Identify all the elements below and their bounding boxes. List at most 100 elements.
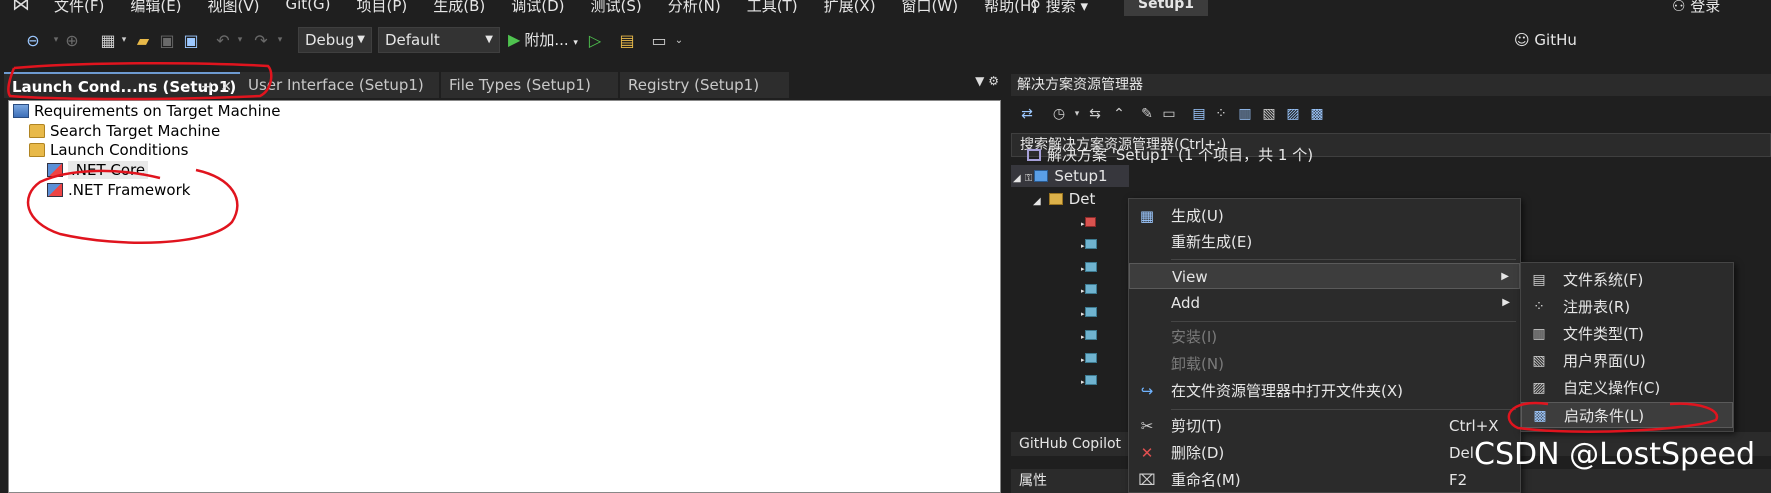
toolbar-overflow-icon[interactable]: ⌄ [672, 28, 686, 52]
menu-item-add[interactable]: Add ▶ [1129, 290, 1520, 316]
tab-user-interface[interactable]: User Interface (Setup1) [240, 72, 440, 98]
submenu-item-launch-conditions[interactable]: ▩ 启动条件(L) [1521, 402, 1733, 428]
login-button[interactable]: ⚇ 登录 [1672, 0, 1720, 16]
tree-node-net-framework[interactable]: .NET Framework [47, 180, 190, 200]
menu-view[interactable]: 视图(V) [208, 0, 260, 16]
properties-wrench-icon[interactable]: ✎ [1137, 104, 1157, 124]
expand-arrow-icon[interactable]: ◢ [1013, 173, 1021, 184]
close-icon[interactable]: ✕ [220, 74, 232, 98]
menu-separator [1171, 321, 1516, 322]
dependency-node[interactable]: ▸ [1081, 368, 1103, 390]
view-submenu: ▤ 文件系统(F) ⁘ 注册表(R) ▥ 文件类型(T) ▧ 用户界面(U) ▨ 自定义操… [1520, 262, 1734, 432]
tab-launch-conditions[interactable]: Launch Cond...ns (Setup1) ⊣ ✕ [4, 72, 240, 98]
forward-icon[interactable]: ⊕ [62, 28, 82, 52]
start-without-debug-icon[interactable]: ▷ [584, 28, 606, 52]
custom-actions-editor-icon[interactable]: ▨ [1283, 104, 1303, 124]
menu-git[interactable]: Git(G) [286, 0, 331, 16]
submenu-item-file-system[interactable]: ▤ 文件系统(F) [1521, 267, 1733, 293]
tab-list-dropdown-icon[interactable]: ▼ [975, 74, 984, 88]
menu-item-rebuild[interactable]: 重新生成(E) [1129, 229, 1520, 255]
menu-test[interactable]: 测试(S) [591, 0, 642, 16]
collapse-all-icon[interactable]: ⌃ [1109, 104, 1129, 124]
visual-studio-logo-icon[interactable]: ⋈ [12, 0, 38, 15]
menu-edit[interactable]: 编辑(E) [130, 0, 181, 16]
menu-analyze[interactable]: 分析(N) [668, 0, 721, 16]
dependency-node[interactable]: ▸ [1081, 346, 1103, 368]
open-folder-icon[interactable]: ▰ [132, 28, 154, 52]
solution-node[interactable]: 解决方案 'Setup1' (1 个项目，共 1 个) [1027, 144, 1313, 166]
new-project-icon[interactable]: ▦ [96, 28, 120, 52]
dependency-node[interactable]: ▸ [1081, 232, 1103, 254]
launch-conditions-editor-icon[interactable]: ▩ [1307, 104, 1327, 124]
settings-gear-icon[interactable]: ⚙ [988, 74, 999, 88]
undo-icon[interactable]: ↶ [212, 28, 234, 52]
attach-button[interactable]: ▶ 附加... ▾ [508, 28, 578, 52]
submenu-item-registry[interactable]: ⁘ 注册表(R) [1521, 294, 1733, 320]
menu-extensions[interactable]: 扩展(X) [824, 0, 876, 16]
menu-item-cut[interactable]: ✂ 剪切(T) Ctrl+X [1129, 413, 1520, 439]
expand-arrow-icon[interactable]: ◢ [1033, 196, 1041, 207]
launch-conditions-icon: ▩ [1533, 408, 1547, 424]
menu-item-delete[interactable]: ✕ 删除(D) Del [1129, 440, 1520, 466]
tree-node-net-core[interactable]: .NET Core [47, 160, 149, 180]
tab-file-types[interactable]: File Types (Setup1) [441, 72, 619, 98]
dependency-node[interactable]: ▸ [1081, 210, 1102, 232]
folder-node-detected[interactable]: ◢ Det [1033, 188, 1095, 210]
tab-registry[interactable]: Registry (Setup1) [620, 72, 790, 98]
window-layout-icon[interactable]: ▭ [648, 28, 670, 52]
registry-editor-icon[interactable]: ⁘ [1211, 104, 1231, 124]
launch-conditions-editor: Requirements on Target Machine Search Ta… [8, 100, 1001, 493]
submenu-item-user-interface[interactable]: ▧ 用户界面(U) [1521, 348, 1733, 374]
new-dropdown-icon[interactable]: ▾ [118, 28, 130, 52]
sync-icon[interactable]: ⇆ [1085, 104, 1105, 124]
menu-search[interactable]: ⚲ 搜索 ▾ [1030, 0, 1088, 16]
configuration-select[interactable]: Debug ▼ [298, 27, 372, 53]
project-node-setup1[interactable]: ◢ ⚿ Setup1 [1011, 165, 1129, 187]
preview-icon[interactable]: ▭ [1159, 104, 1179, 124]
menu-item-build[interactable]: ▦ 生成(U) [1129, 203, 1520, 229]
menu-tools[interactable]: 工具(T) [747, 0, 798, 16]
tree-node-launch-conditions[interactable]: Launch Conditions [29, 140, 188, 160]
menu-item-install[interactable]: 安装(I) [1129, 324, 1520, 350]
undo-dropdown-icon[interactable]: ▾ [234, 28, 246, 52]
file-types-editor-icon[interactable]: ▥ [1235, 104, 1255, 124]
menu-file[interactable]: 文件(F) [54, 0, 104, 16]
solution-folder-icon[interactable]: ▤ [616, 28, 638, 52]
file-system-editor-icon[interactable]: ▤ [1189, 104, 1209, 124]
menu-separator [1171, 409, 1516, 410]
history-icon[interactable]: ◷ [1049, 104, 1069, 124]
dependency-node[interactable]: ▸ [1081, 300, 1103, 322]
user-interface-editor-icon[interactable]: ▧ [1259, 104, 1279, 124]
assembly-icon [1084, 353, 1097, 363]
menu-item-rename[interactable]: ⌧ 重命名(M) F2 [1129, 467, 1520, 493]
menu-item-open-in-explorer[interactable]: ↪ 在文件资源管理器中打开文件夹(X) [1129, 378, 1520, 404]
file-types-icon: ▥ [1532, 326, 1546, 342]
save-all-icon[interactable]: ▣ [180, 28, 202, 52]
tree-node-requirements[interactable]: Requirements on Target Machine [13, 101, 280, 121]
submenu-item-file-types[interactable]: ▥ 文件类型(T) [1521, 321, 1733, 347]
submenu-item-custom-actions[interactable]: ▨ 自定义操作(C) [1521, 375, 1733, 401]
menu-project[interactable]: 项目(P) [357, 0, 408, 16]
back-icon[interactable]: ⊖ [22, 28, 44, 52]
menu-window[interactable]: 窗口(W) [902, 0, 959, 16]
menu-separator [1171, 259, 1516, 260]
dependency-node[interactable]: ▸ [1081, 277, 1103, 299]
open-folder-arrow-icon: ↪ [1140, 382, 1154, 400]
save-icon[interactable]: ▣ [156, 28, 178, 52]
github-copilot-button[interactable]: ☺ GitHu [1514, 28, 1577, 52]
switch-views-icon[interactable]: ⇄ [1017, 104, 1037, 124]
menu-build[interactable]: 生成(B) [433, 0, 485, 16]
dependency-node[interactable]: ▸ [1081, 323, 1103, 345]
pin-icon[interactable]: ⊣ [201, 74, 212, 98]
menu-item-uninstall[interactable]: 卸载(N) [1129, 351, 1520, 377]
tree-node-search-target[interactable]: Search Target Machine [29, 121, 220, 141]
menu-debug[interactable]: 调试(D) [511, 0, 564, 16]
redo-dropdown-icon[interactable]: ▾ [274, 28, 286, 52]
menu-item-view[interactable]: View ▶ [1129, 263, 1520, 289]
lock-icon: ⚿ [1024, 173, 1033, 184]
dependency-node[interactable]: ▸ [1081, 255, 1103, 277]
chevron-down-icon[interactable]: ▾ [1067, 104, 1087, 124]
platform-select[interactable]: Default ▼ [378, 27, 500, 53]
redo-icon[interactable]: ↷ [250, 28, 272, 52]
solution-icon [1027, 149, 1041, 161]
